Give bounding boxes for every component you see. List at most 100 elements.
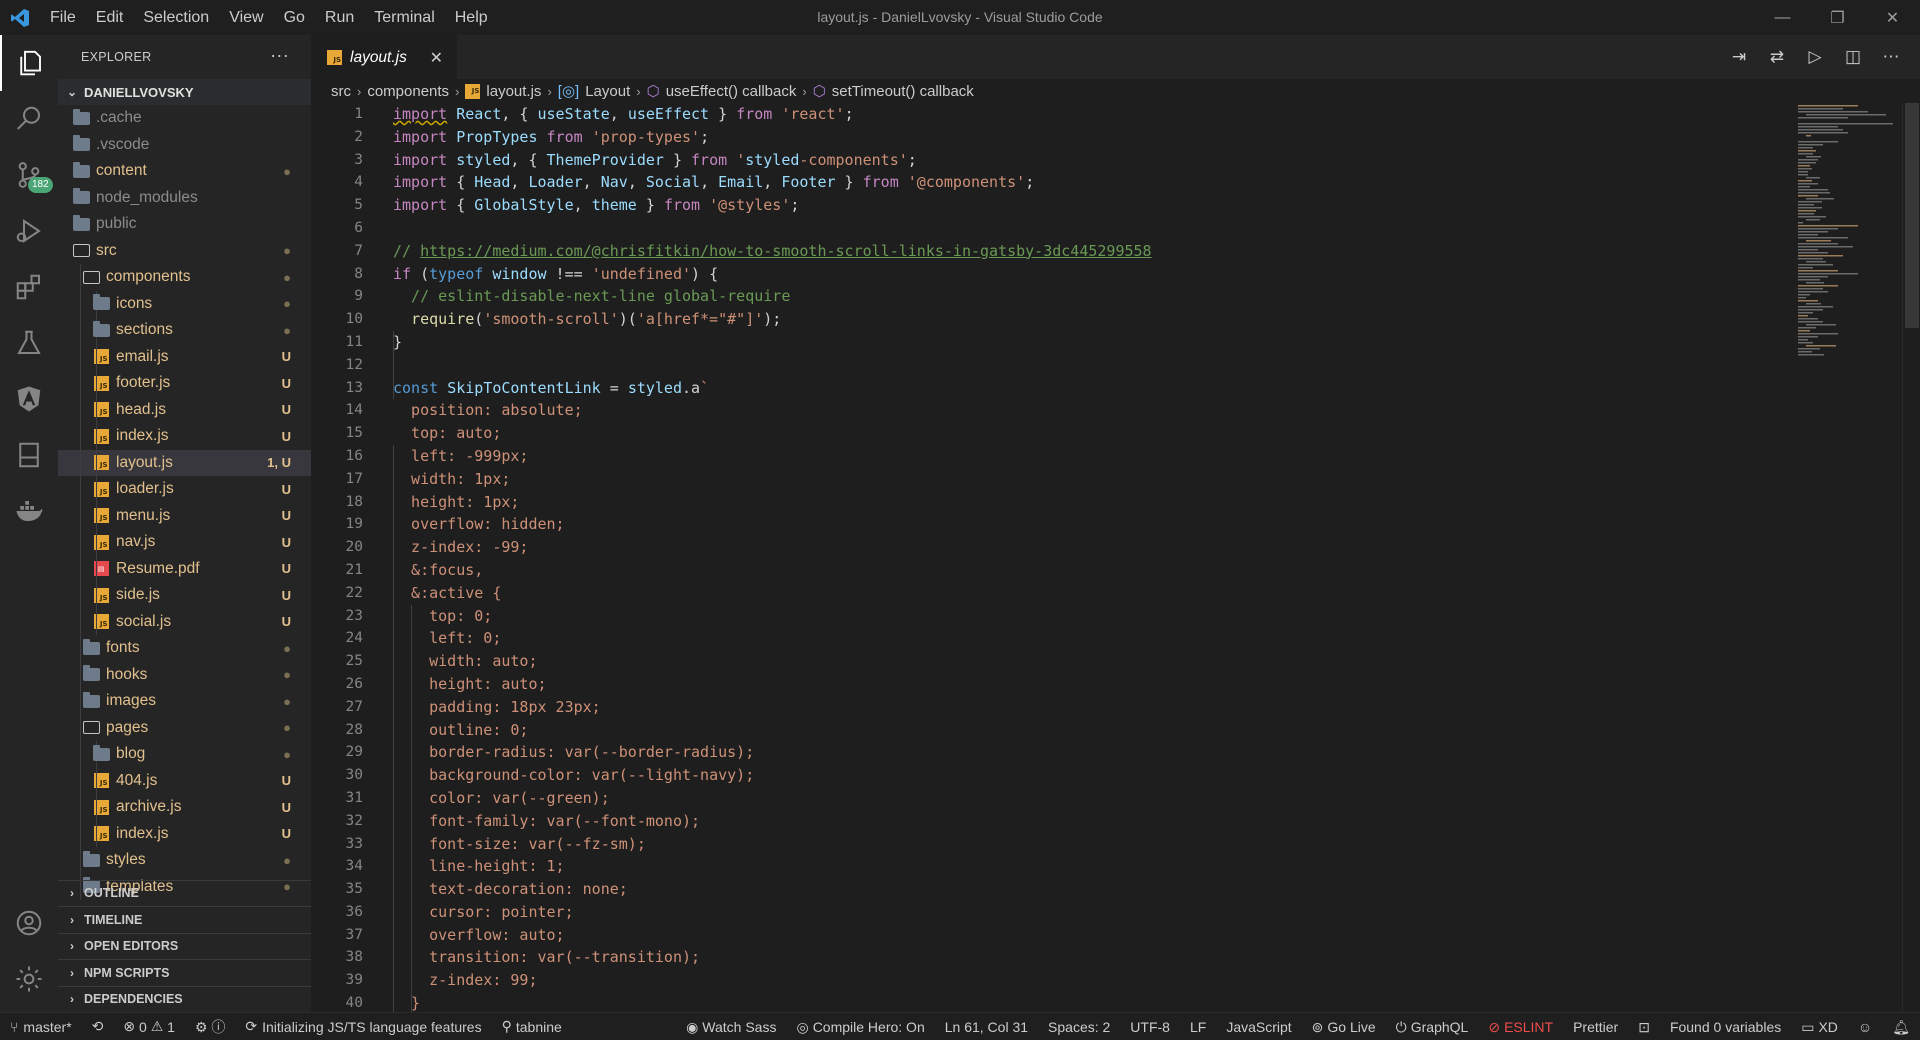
tree-item[interactable]: src ● [58, 238, 311, 265]
sync-button[interactable]: ⟲ [82, 1013, 114, 1040]
code-line[interactable]: if (typeof window !== 'undefined') { [393, 263, 1152, 286]
tree-item[interactable]: JS nav.js U [58, 529, 311, 556]
encoding-setting[interactable]: UTF-8 [1120, 1013, 1180, 1040]
code-line[interactable]: cursor: pointer; [393, 901, 1152, 924]
code-line[interactable]: // eslint-disable-next-line global-requi… [393, 285, 1152, 308]
code-line[interactable]: transition: var(--transition); [393, 946, 1152, 969]
code-line[interactable]: text-decoration: none; [393, 878, 1152, 901]
code-line[interactable]: width: auto; [393, 650, 1152, 673]
breadcrumb-file[interactable]: layout.js [486, 83, 541, 100]
tree-item[interactable]: .vscode [58, 132, 311, 159]
code-line[interactable]: &:focus, [393, 559, 1152, 582]
code-line[interactable]: import PropTypes from 'prop-types'; [393, 126, 1152, 149]
restore-button[interactable]: ❐ [1810, 0, 1865, 35]
search-icon[interactable] [0, 91, 58, 147]
accounts-icon[interactable] [0, 895, 58, 951]
workspace-root[interactable]: ⌄ DANIELLVOVSKY [58, 79, 311, 105]
code-line[interactable]: width: 1px; [393, 468, 1152, 491]
tabnine-status[interactable]: ⚲ tabnine [492, 1013, 572, 1040]
tree-item[interactable]: JS footer.js U [58, 370, 311, 397]
run-debug-icon[interactable] [0, 203, 58, 259]
menu-file[interactable]: File [40, 0, 86, 35]
scrollbar-thumb[interactable] [1905, 103, 1919, 328]
code-line[interactable]: // https://medium.com/@chrisfitkin/how-t… [393, 240, 1152, 263]
tree-item[interactable]: public [58, 211, 311, 238]
code-line[interactable]: height: auto; [393, 673, 1152, 696]
tree-item[interactable]: node_modules [58, 185, 311, 212]
breadcrumb-useeffect[interactable]: useEffect() callback [666, 83, 797, 100]
manage-gear-icon[interactable] [0, 951, 58, 1007]
code-line[interactable]: border-radius: var(--border-radius); [393, 741, 1152, 764]
more-actions-icon[interactable]: ··· [270, 45, 289, 66]
code-line[interactable]: top: 0; [393, 605, 1152, 628]
code-line[interactable]: position: absolute; [393, 399, 1152, 422]
code-line[interactable]: top: auto; [393, 422, 1152, 445]
testing-icon[interactable] [0, 315, 58, 371]
minimize-button[interactable]: — [1755, 0, 1810, 35]
breadcrumb-src[interactable]: src [331, 83, 351, 100]
code-content[interactable]: import React, { useState, useEffect } fr… [393, 103, 1152, 1012]
eol-setting[interactable]: LF [1180, 1013, 1216, 1040]
menu-edit[interactable]: Edit [86, 0, 134, 35]
vertical-scrollbar[interactable] [1902, 103, 1920, 1012]
compile-hero-button[interactable]: ◎ Compile Hero: On [786, 1013, 934, 1040]
code-line[interactable] [393, 354, 1152, 377]
minimap[interactable] [1792, 103, 1902, 1012]
tree-item[interactable]: JS loader.js U [58, 476, 311, 503]
explorer-icon[interactable] [0, 35, 58, 91]
angular-icon[interactable] [0, 371, 58, 427]
menu-go[interactable]: Go [274, 0, 315, 35]
code-line[interactable]: font-size: var(--fz-sm); [393, 833, 1152, 856]
tree-item[interactable]: JS side.js U [58, 582, 311, 609]
tree-item[interactable]: icons ● [58, 290, 311, 317]
tree-item[interactable]: .cache [58, 105, 311, 132]
tree-item[interactable]: JS menu.js U [58, 502, 311, 529]
code-line[interactable]: background-color: var(--light-navy); [393, 764, 1152, 787]
code-line[interactable]: &:active { [393, 582, 1152, 605]
section-npm-scripts[interactable]: › NPM SCRIPTS [58, 959, 311, 986]
code-line[interactable]: const SkipToContentLink = styled.a` [393, 377, 1152, 400]
compare-icon[interactable]: ⇄ [1758, 47, 1796, 67]
code-line[interactable]: color: var(--green); [393, 787, 1152, 810]
tree-item[interactable]: content ● [58, 158, 311, 185]
language-loading-status[interactable]: ⟳ Initializing JS/TS language features [235, 1013, 491, 1040]
split-editor-icon[interactable]: ◫ [1834, 47, 1872, 67]
code-line[interactable]: outline: 0; [393, 719, 1152, 742]
section-open-editors[interactable]: › OPEN EDITORS [58, 932, 311, 960]
prettier-status[interactable]: Prettier [1563, 1013, 1628, 1040]
tree-item[interactable]: JS social.js U [58, 608, 311, 635]
code-line[interactable]: height: 1px; [393, 491, 1152, 514]
language-mode[interactable]: JavaScript [1216, 1013, 1301, 1040]
tree-item[interactable]: JS 404.js U [58, 767, 311, 794]
code-line[interactable]: overflow: auto; [393, 924, 1152, 947]
tree-item[interactable]: blog ● [58, 741, 311, 768]
problems-status[interactable]: ⊗ 0 ⚠ 1 [113, 1013, 185, 1040]
code-line[interactable]: font-family: var(--font-mono); [393, 810, 1152, 833]
branch-status[interactable]: ⑂ master* [0, 1013, 82, 1040]
run-icon[interactable]: ▷ [1796, 47, 1834, 67]
variables-status[interactable]: Found 0 variables [1660, 1013, 1791, 1040]
source-control-icon[interactable]: 182 [0, 147, 58, 203]
section-timeline[interactable]: › TIMELINE [58, 906, 311, 933]
xd-status[interactable]: ▭ XD [1791, 1013, 1848, 1040]
tree-item[interactable]: JS archive.js U [58, 794, 311, 821]
breadcrumb-layout[interactable]: Layout [585, 83, 630, 100]
code-line[interactable]: import React, { useState, useEffect } fr… [393, 103, 1152, 126]
tree-item[interactable]: styles ● [58, 847, 311, 874]
code-line[interactable]: padding: 18px 23px; [393, 696, 1152, 719]
tree-item[interactable]: fonts ● [58, 635, 311, 662]
indentation-setting[interactable]: Spaces: 2 [1038, 1013, 1120, 1040]
tree-item[interactable]: ▤ Resume.pdf U [58, 555, 311, 582]
eslint-status[interactable]: ⊘ ESLINT [1478, 1013, 1563, 1040]
tree-item[interactable]: components ● [58, 264, 311, 291]
tree-item[interactable]: JS email.js U [58, 343, 311, 370]
graphql-status[interactable]: ⏻ GraphQL [1386, 1013, 1479, 1040]
menu-help[interactable]: Help [445, 0, 498, 35]
menu-selection[interactable]: Selection [133, 0, 219, 35]
code-line[interactable]: line-height: 1; [393, 855, 1152, 878]
cursor-position[interactable]: Ln 61, Col 31 [935, 1013, 1038, 1040]
remote-explorer-icon[interactable] [0, 427, 58, 483]
tree-item[interactable]: sections ● [58, 317, 311, 344]
breadcrumb-settimeout[interactable]: setTimeout() callback [832, 83, 974, 100]
code-line[interactable]: } [393, 992, 1152, 1012]
